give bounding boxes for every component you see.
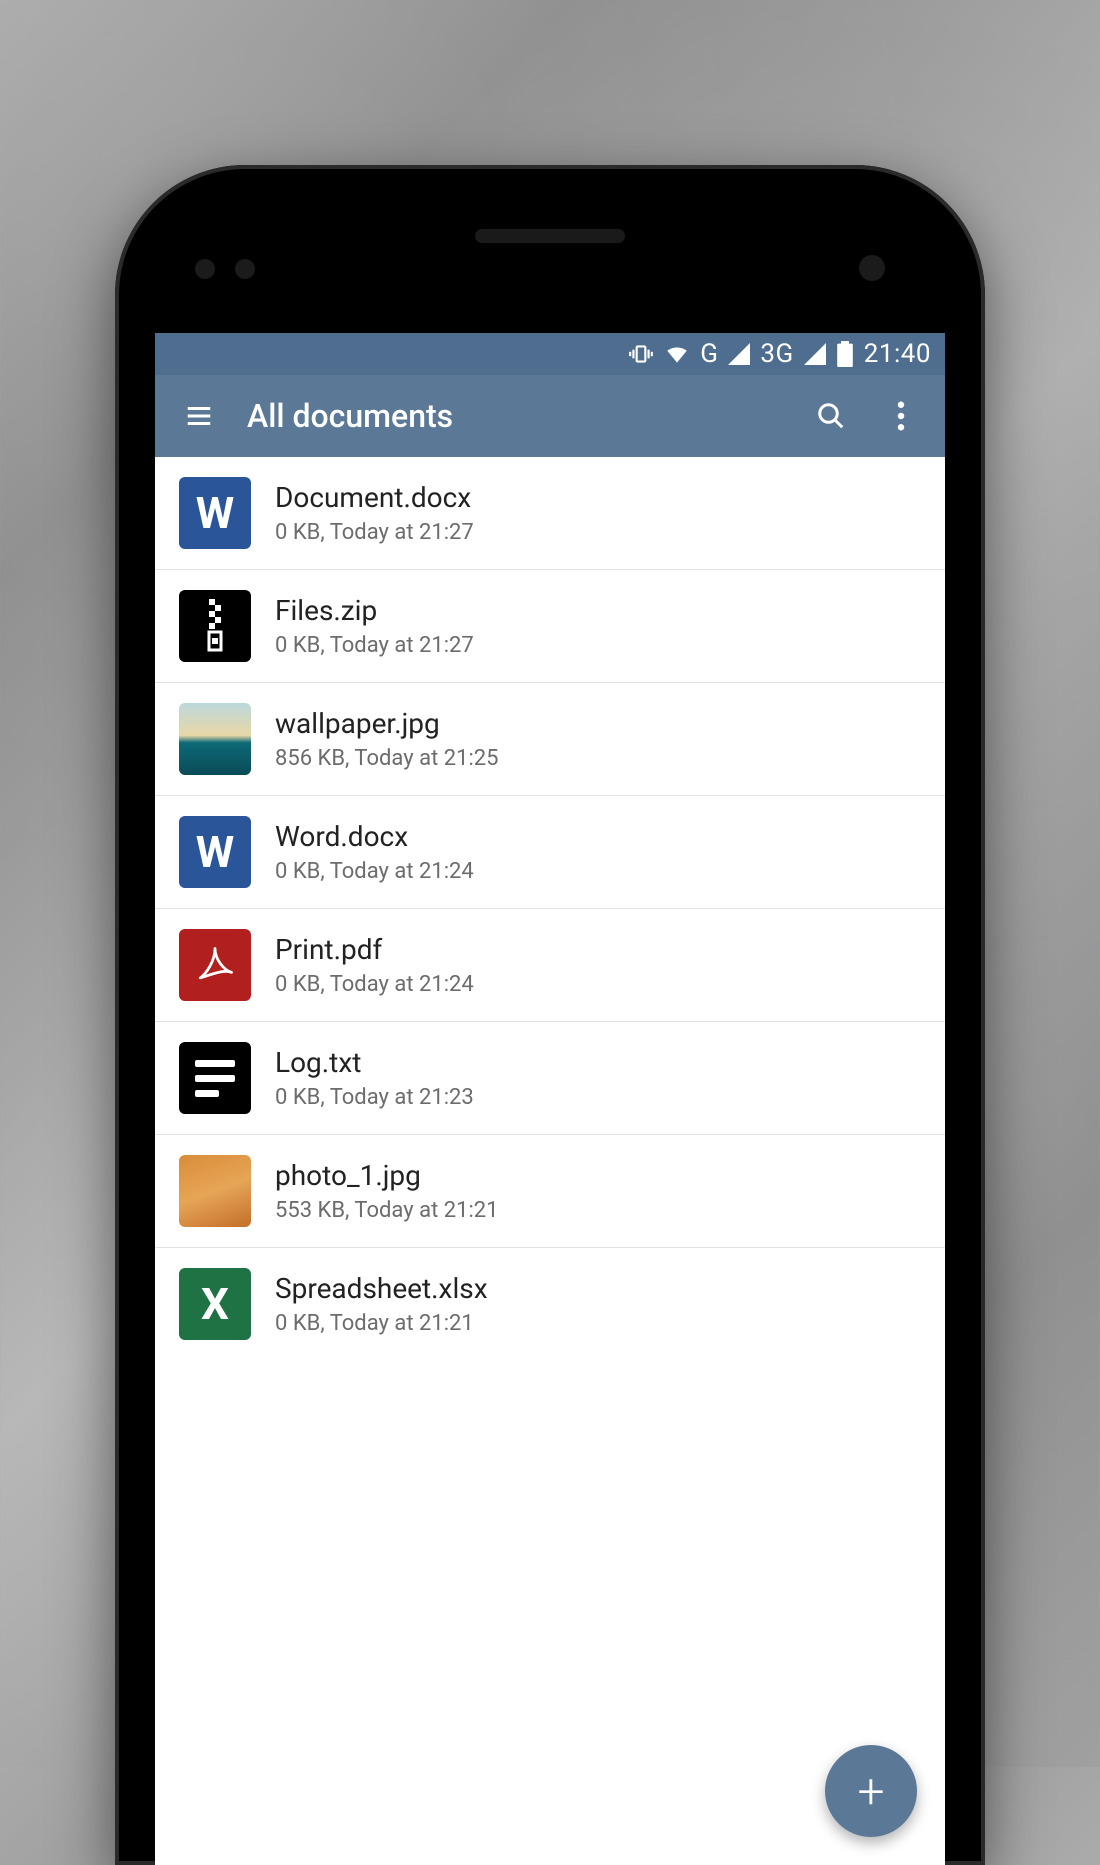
overflow-menu-icon[interactable] xyxy=(879,394,923,438)
excel-icon: X xyxy=(179,1268,251,1340)
file-name: Files.zip xyxy=(275,594,474,627)
signal-icon-2 xyxy=(804,343,826,365)
file-name: Document.docx xyxy=(275,481,474,514)
signal-icon xyxy=(728,343,750,365)
pdf-icon xyxy=(179,929,251,1001)
file-name: Log.txt xyxy=(275,1046,474,1079)
app-bar: All documents xyxy=(155,375,945,457)
phone-frame: G 3G 21:40 All documents W xyxy=(115,165,985,1865)
image-thumbnail-icon xyxy=(179,703,251,775)
word-icon: W xyxy=(179,816,251,888)
file-details: 0 KB, Today at 21:27 xyxy=(275,633,474,658)
list-item[interactable]: photo_1.jpg 553 KB, Today at 21:21 xyxy=(155,1135,945,1248)
list-item[interactable]: Files.zip 0 KB, Today at 21:27 xyxy=(155,570,945,683)
file-name: Print.pdf xyxy=(275,933,474,966)
list-item[interactable]: W Word.docx 0 KB, Today at 21:24 xyxy=(155,796,945,909)
network-3g-label: 3G xyxy=(760,339,793,369)
page-title: All documents xyxy=(247,397,783,435)
file-details: 856 KB, Today at 21:25 xyxy=(275,746,499,771)
clock-label: 21:40 xyxy=(864,339,931,369)
file-details: 0 KB, Today at 21:27 xyxy=(275,520,474,545)
list-item[interactable]: wallpaper.jpg 856 KB, Today at 21:25 xyxy=(155,683,945,796)
hamburger-icon[interactable] xyxy=(177,394,221,438)
file-name: Spreadsheet.xlsx xyxy=(275,1272,488,1305)
wifi-icon xyxy=(664,341,690,367)
file-list: W Document.docx 0 KB, Today at 21:27 Fil… xyxy=(155,457,945,1865)
plus-icon: + xyxy=(857,1763,884,1820)
file-name: Word.docx xyxy=(275,820,474,853)
vibrate-icon xyxy=(628,341,654,367)
network-g-label: G xyxy=(700,339,718,369)
fab-add-button[interactable]: + xyxy=(825,1745,917,1837)
file-name: photo_1.jpg xyxy=(275,1159,499,1192)
list-item[interactable]: Print.pdf 0 KB, Today at 21:24 xyxy=(155,909,945,1022)
screen: G 3G 21:40 All documents W xyxy=(155,333,945,1865)
file-details: 0 KB, Today at 21:24 xyxy=(275,859,474,884)
file-details: 0 KB, Today at 21:23 xyxy=(275,1085,474,1110)
status-bar: G 3G 21:40 xyxy=(155,333,945,375)
list-item[interactable]: W Document.docx 0 KB, Today at 21:27 xyxy=(155,457,945,570)
text-file-icon xyxy=(179,1042,251,1114)
list-item[interactable]: X Spreadsheet.xlsx 0 KB, Today at 21:21 xyxy=(155,1248,945,1360)
file-details: 553 KB, Today at 21:21 xyxy=(275,1198,499,1223)
word-icon: W xyxy=(179,477,251,549)
search-icon[interactable] xyxy=(809,394,853,438)
file-details: 0 KB, Today at 21:24 xyxy=(275,972,474,997)
image-thumbnail-icon xyxy=(179,1155,251,1227)
file-name: wallpaper.jpg xyxy=(275,707,499,740)
battery-icon xyxy=(836,341,854,367)
zip-icon xyxy=(179,590,251,662)
list-item[interactable]: Log.txt 0 KB, Today at 21:23 xyxy=(155,1022,945,1135)
file-details: 0 KB, Today at 21:21 xyxy=(275,1311,488,1336)
